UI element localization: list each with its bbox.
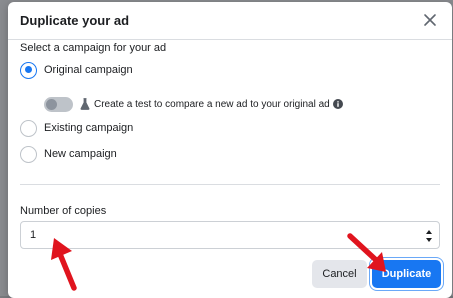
create-test-row: Create a test to compare a new ad to you… bbox=[44, 95, 343, 113]
copies-input[interactable]: 1 bbox=[20, 221, 440, 249]
create-test-label: Create a test to compare a new ad to you… bbox=[94, 99, 330, 110]
create-test-toggle[interactable] bbox=[44, 97, 73, 112]
radio-button-selected[interactable] bbox=[20, 62, 37, 79]
radio-existing-campaign[interactable]: Existing campaign bbox=[20, 119, 133, 137]
toggle-knob bbox=[46, 99, 57, 110]
duplicate-ad-dialog: Duplicate your ad Select a campaign for … bbox=[8, 2, 452, 298]
dialog-header: Duplicate your ad bbox=[8, 2, 452, 40]
copies-value: 1 bbox=[30, 229, 36, 241]
stepper-arrows-icon[interactable] bbox=[425, 228, 433, 244]
radio-label: New campaign bbox=[44, 148, 117, 160]
close-icon[interactable] bbox=[422, 12, 438, 28]
radio-original-campaign[interactable]: Original campaign bbox=[20, 61, 133, 79]
cancel-button[interactable]: Cancel bbox=[312, 260, 367, 288]
radio-button[interactable] bbox=[20, 120, 37, 137]
copies-label: Number of copies bbox=[20, 205, 106, 217]
radio-button[interactable] bbox=[20, 146, 37, 163]
radio-label: Original campaign bbox=[44, 64, 133, 76]
duplicate-button[interactable]: Duplicate bbox=[372, 260, 441, 288]
flask-icon bbox=[80, 98, 90, 110]
campaign-section-label: Select a campaign for your ad bbox=[20, 42, 166, 54]
info-icon[interactable] bbox=[333, 99, 343, 109]
radio-new-campaign[interactable]: New campaign bbox=[20, 145, 117, 163]
radio-label: Existing campaign bbox=[44, 122, 133, 134]
section-divider bbox=[20, 184, 440, 185]
dialog-title: Duplicate your ad bbox=[20, 13, 129, 28]
